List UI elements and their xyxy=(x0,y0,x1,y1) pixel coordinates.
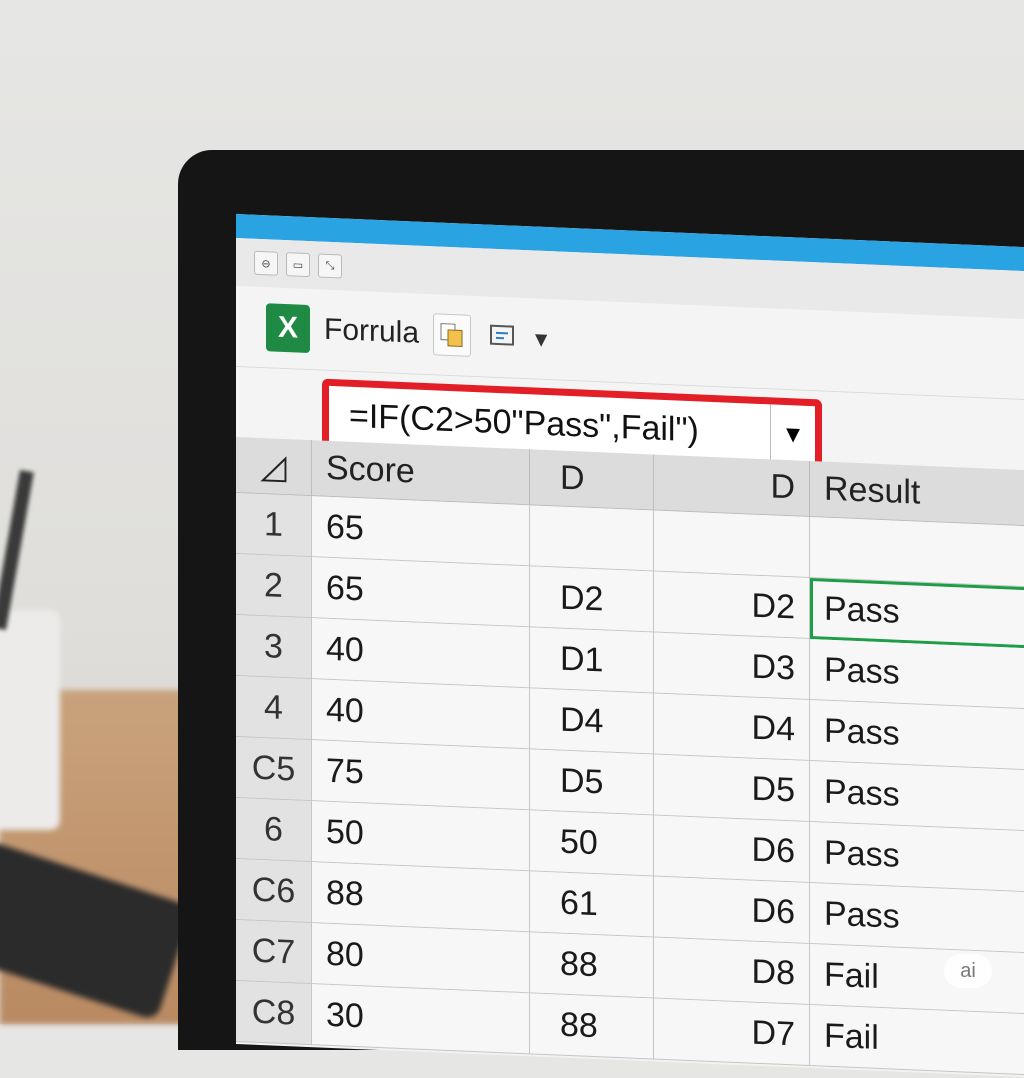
cell-score[interactable]: 50 xyxy=(312,801,530,871)
cell-d2[interactable]: D3 xyxy=(654,633,810,701)
row-header[interactable]: 3 xyxy=(236,615,312,679)
row-header[interactable]: 1 xyxy=(236,493,312,557)
cell-d[interactable] xyxy=(530,505,654,571)
row-header[interactable]: C5 xyxy=(236,737,312,801)
select-all-corner[interactable]: ◿ xyxy=(236,437,312,496)
cell-d2[interactable]: D7 xyxy=(654,999,810,1067)
resize-button[interactable]: ⤡ xyxy=(318,253,342,278)
cell-score[interactable]: 75 xyxy=(312,740,530,810)
row-header[interactable]: C8 xyxy=(236,981,312,1045)
cell-d[interactable]: D4 xyxy=(530,688,654,754)
cell-result[interactable]: Pass xyxy=(810,639,1024,710)
cell-score[interactable]: 40 xyxy=(312,679,530,749)
column-header-d2[interactable]: D xyxy=(654,455,810,518)
cell-d[interactable]: D2 xyxy=(530,566,654,632)
cell-d2[interactable]: D5 xyxy=(654,755,810,823)
cell-d2[interactable]: D4 xyxy=(654,694,810,762)
cell-result[interactable]: Fail xyxy=(810,1005,1024,1076)
cell-d[interactable]: D1 xyxy=(530,627,654,693)
row-header[interactable]: C6 xyxy=(236,859,312,923)
ribbon-formula-label[interactable]: Forrula xyxy=(324,313,419,351)
sheet-rows: 165265D2D2Pass340D1D3Pass440D4D4PassC575… xyxy=(236,493,1024,1076)
pen xyxy=(0,470,34,630)
chevron-down-icon[interactable]: ▼ xyxy=(535,329,547,349)
excel-icon: X xyxy=(266,303,310,353)
cell-result[interactable]: Fail xyxy=(810,944,1024,1015)
cell-score[interactable]: 30 xyxy=(312,984,530,1054)
pen-cup xyxy=(0,610,60,830)
cell-score[interactable]: 88 xyxy=(312,862,530,932)
sheet-grid: ◿ Score D D Result 165265D2D2Pass340D1D3… xyxy=(236,437,1024,1076)
spreadsheet-screen: ⊖ ▭ ⤡ X Forrula ▼ =IF(C2>50"Pass",Fail")… xyxy=(236,214,1024,1078)
row-header[interactable]: 4 xyxy=(236,676,312,740)
cell-d2[interactable] xyxy=(654,511,810,579)
cell-d[interactable]: 88 xyxy=(530,932,654,998)
cell-result[interactable]: Pass xyxy=(810,883,1024,954)
cell-d2[interactable]: D6 xyxy=(654,877,810,945)
cell-d[interactable]: 61 xyxy=(530,871,654,937)
cell-score[interactable]: 80 xyxy=(312,923,530,993)
paste-icon[interactable] xyxy=(433,313,471,357)
ai-badge: ai xyxy=(944,954,992,988)
cell-score[interactable]: 65 xyxy=(312,496,530,566)
column-header-d[interactable]: D xyxy=(530,449,654,510)
cell-d[interactable]: 88 xyxy=(530,993,654,1059)
cell-result[interactable]: Pass xyxy=(810,700,1024,771)
cell-d2[interactable]: D6 xyxy=(654,816,810,884)
cell-d2[interactable]: D2 xyxy=(654,572,810,640)
cell-result[interactable] xyxy=(810,517,1024,588)
insert-function-icon[interactable] xyxy=(485,316,521,358)
cell-result[interactable]: Pass xyxy=(810,761,1024,832)
cell-result[interactable]: Pass xyxy=(810,822,1024,893)
cell-d[interactable]: D5 xyxy=(530,749,654,815)
row-header[interactable]: 2 xyxy=(236,554,312,618)
minimize-button[interactable]: ⊖ xyxy=(254,251,278,276)
cell-score[interactable]: 65 xyxy=(312,557,530,627)
formula-dropdown-icon[interactable]: ▼ xyxy=(770,404,815,464)
cell-d[interactable]: 50 xyxy=(530,810,654,876)
cell-score[interactable]: 40 xyxy=(312,618,530,688)
cell-d2[interactable]: D8 xyxy=(654,938,810,1006)
row-header[interactable]: C7 xyxy=(236,920,312,984)
column-header-score[interactable]: Score xyxy=(312,440,530,505)
restore-button[interactable]: ▭ xyxy=(286,252,310,277)
row-header[interactable]: 6 xyxy=(236,798,312,862)
cell-result[interactable]: Pass xyxy=(810,578,1024,649)
